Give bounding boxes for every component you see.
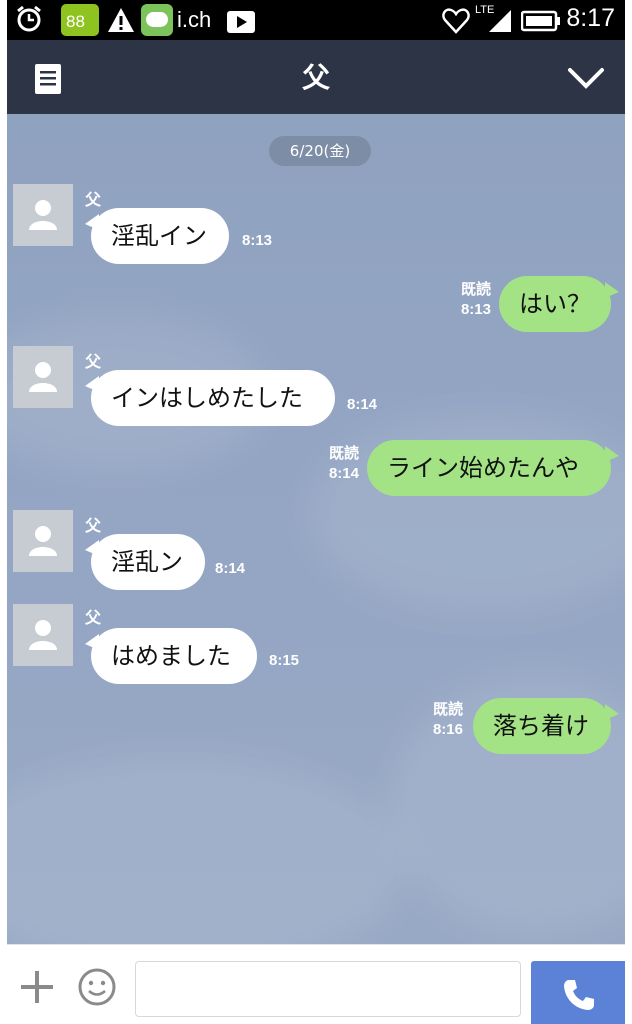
app-label: i.ch <box>177 7 212 32</box>
message-bubble-incoming[interactable]: はめました <box>91 628 257 684</box>
message-time: 8:13 <box>242 232 273 249</box>
message-bubble-outgoing[interactable]: ライン始めたんや <box>367 440 611 496</box>
chat-title: 父 <box>301 61 330 94</box>
phone-screen: 88 i.ch LTE 8:17 父 6/20(金) 父 淫乱イン 8:13 既… <box>7 0 625 1024</box>
status-bar: 88 i.ch LTE 8:17 <box>7 0 625 40</box>
message-bubble-outgoing[interactable]: 落ち着け <box>473 698 611 754</box>
message-time: 8:14 <box>215 560 246 577</box>
signal-strength-icon <box>489 10 511 32</box>
plus-icon[interactable] <box>19 969 55 1005</box>
message-input-bar <box>7 944 625 1024</box>
sender-name: 父 <box>85 190 102 209</box>
smiley-icon[interactable] <box>77 967 117 1007</box>
read-label: 既読 <box>432 701 463 718</box>
read-receipt: 既読 8:13 <box>447 280 491 320</box>
person-icon <box>29 620 57 650</box>
play-store-icon <box>227 11 255 33</box>
heart-signal-icon <box>442 8 470 34</box>
message-input[interactable] <box>135 961 521 1017</box>
chevron-down-icon[interactable] <box>567 66 605 92</box>
message-time: 8:14 <box>328 465 359 482</box>
sender-avatar[interactable] <box>13 346 73 408</box>
alarm-icon <box>17 5 41 32</box>
chat-header: 父 <box>7 40 625 114</box>
warning-icon <box>108 8 134 32</box>
sender-avatar[interactable] <box>13 604 73 666</box>
line-app-icon <box>141 4 173 36</box>
android-badge-icon: 88 <box>61 4 99 36</box>
person-icon <box>29 200 57 230</box>
message-bubble-incoming[interactable]: 淫乱ン <box>91 534 205 590</box>
sender-avatar[interactable] <box>13 510 73 572</box>
sender-name: 父 <box>85 352 102 371</box>
sender-avatar[interactable] <box>13 184 73 246</box>
message-time: 8:15 <box>269 652 300 669</box>
message-bubble-incoming[interactable]: 淫乱イン <box>91 208 229 264</box>
person-icon <box>29 526 57 556</box>
sender-name: 父 <box>85 608 102 627</box>
message-time: 8:16 <box>432 721 463 738</box>
read-label: 既読 <box>460 281 491 298</box>
message-bubble-outgoing[interactable]: はい？ <box>499 276 611 332</box>
message-time: 8:14 <box>347 396 378 413</box>
read-receipt: 既読 8:16 <box>419 700 463 740</box>
battery-icon <box>521 10 560 32</box>
read-receipt: 既読 8:14 <box>315 444 359 484</box>
person-icon <box>29 362 57 392</box>
message-time: 8:13 <box>460 301 491 318</box>
read-label: 既読 <box>328 445 359 462</box>
message-bubble-incoming[interactable]: インはしめたした <box>91 370 335 426</box>
phone-icon <box>564 980 594 1010</box>
date-separator: 6/20(金) <box>269 136 371 166</box>
notification-badge: 88 <box>66 12 85 31</box>
clock: 8:17 <box>566 4 615 32</box>
message-list[interactable]: 6/20(金) 父 淫乱イン 8:13 既読 8:13 はい？ 父 インはしめた… <box>7 114 625 944</box>
call-button[interactable] <box>531 961 625 1024</box>
sender-name: 父 <box>85 516 102 535</box>
